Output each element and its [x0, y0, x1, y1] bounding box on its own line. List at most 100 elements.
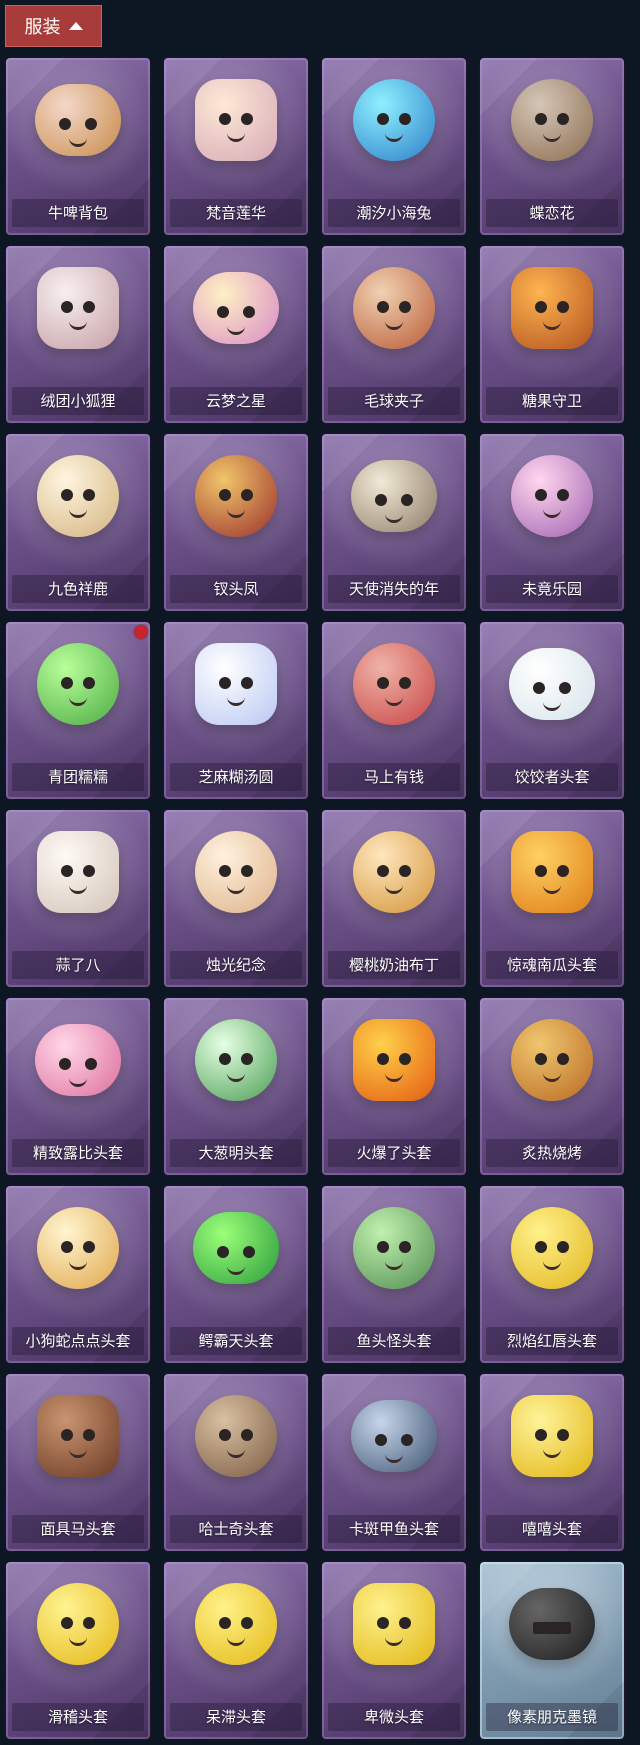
costume-card[interactable]: 火爆了头套 — [322, 998, 466, 1175]
costume-card[interactable]: 樱桃奶油布丁 — [322, 810, 466, 987]
deer-icon — [35, 453, 121, 539]
costume-toggle-button[interactable]: 服装 — [5, 5, 102, 47]
costume-card[interactable]: 芝麻糊汤圆 — [164, 622, 308, 799]
mouth-mark — [543, 883, 561, 894]
costume-card[interactable]: 烈焰红唇头套 — [480, 1186, 624, 1363]
costume-illustration — [511, 831, 593, 913]
costume-illustration — [37, 831, 119, 913]
eye-mark — [85, 118, 97, 130]
costume-illustration — [353, 1583, 435, 1665]
costume-card[interactable]: 面具马头套 — [6, 1374, 150, 1551]
eye-mark — [217, 1246, 229, 1258]
costume-label: 饺饺者头套 — [486, 763, 618, 791]
costume-label: 小狗蛇点点头套 — [12, 1327, 144, 1355]
mouth-mark — [385, 319, 403, 330]
eye-mark — [219, 1053, 231, 1065]
eye-mark — [399, 113, 411, 125]
eye-mark — [241, 1053, 253, 1065]
costume-illustration — [511, 455, 593, 537]
costume-card[interactable]: 毛球夹子 — [322, 246, 466, 423]
costume-card[interactable]: 天使消失的年 — [322, 434, 466, 611]
costume-card[interactable]: 呆滞头套 — [164, 1562, 308, 1739]
eye-mark — [241, 865, 253, 877]
costume-card[interactable]: 鱼头怪头套 — [322, 1186, 466, 1363]
mouth-mark — [69, 319, 87, 330]
costume-illustration — [351, 460, 437, 532]
pumpkin-guard-icon — [509, 265, 595, 351]
costume-card[interactable]: 梵音莲华 — [164, 58, 308, 235]
costume-label: 未竟乐园 — [486, 575, 618, 603]
costume-card[interactable]: 鳄霸天头套 — [164, 1186, 308, 1363]
eye-mark — [61, 677, 73, 689]
costume-card[interactable]: 烛光纪念 — [164, 810, 308, 987]
mouth-mark — [69, 1447, 87, 1458]
costume-card[interactable]: 未竟乐园 — [480, 434, 624, 611]
costume-card[interactable]: 滑稽头套 — [6, 1562, 150, 1739]
eye-mark — [61, 301, 73, 313]
eye-mark — [61, 865, 73, 877]
costume-label: 梵音莲华 — [170, 199, 302, 227]
costume-card[interactable]: 钗头凤 — [164, 434, 308, 611]
mouth-mark — [385, 512, 403, 523]
mouth-mark — [69, 507, 87, 518]
costume-label: 天使消失的年 — [328, 575, 460, 603]
costume-card[interactable]: 糖果守卫 — [480, 246, 624, 423]
mouth-mark — [543, 319, 561, 330]
eye-mark — [377, 1053, 389, 1065]
eye-mark — [557, 489, 569, 501]
eye-mark — [557, 1241, 569, 1253]
costume-card[interactable]: 精致露比头套 — [6, 998, 150, 1175]
eye-mark — [83, 1617, 95, 1629]
eye-mark — [377, 301, 389, 313]
costume-illustration — [511, 79, 593, 161]
garlic-icon — [35, 829, 121, 915]
costume-card[interactable]: 卡斑甲鱼头套 — [322, 1374, 466, 1551]
costume-label: 蝶恋花 — [486, 199, 618, 227]
eye-mark — [557, 1053, 569, 1065]
costume-illustration — [511, 1019, 593, 1101]
fish-monster-icon — [351, 1205, 437, 1291]
costume-card[interactable]: 哈士奇头套 — [164, 1374, 308, 1551]
costume-label: 潮汐小海兔 — [328, 199, 460, 227]
costume-card[interactable]: 青团糯糯 — [6, 622, 150, 799]
costume-card[interactable]: 饺饺者头套 — [480, 622, 624, 799]
pudding-icon — [351, 829, 437, 915]
eye-mark — [59, 1058, 71, 1070]
eye-mark — [85, 1058, 97, 1070]
costume-illustration — [195, 1019, 277, 1101]
costume-illustration — [37, 643, 119, 725]
costume-illustration — [37, 455, 119, 537]
costume-label: 卑微头套 — [328, 1703, 460, 1731]
eye-mark — [399, 1241, 411, 1253]
costume-card[interactable]: 马上有钱 — [322, 622, 466, 799]
raccoon-icon — [351, 265, 437, 351]
costume-label: 像素朋克墨镜 — [486, 1703, 618, 1731]
eye-mark — [557, 113, 569, 125]
eye-mark — [241, 677, 253, 689]
costume-illustration — [37, 1395, 119, 1477]
eye-mark — [241, 1429, 253, 1441]
eye-mark — [535, 113, 547, 125]
costume-card[interactable]: 大葱明头套 — [164, 998, 308, 1175]
costume-card[interactable]: 嘻嘻头套 — [480, 1374, 624, 1551]
eye-mark — [547, 1622, 571, 1634]
costume-card[interactable]: 像素朋克墨镜 — [480, 1562, 624, 1739]
costume-illustration — [351, 1400, 437, 1472]
costume-illustration — [353, 267, 435, 349]
costume-card[interactable]: 蒜了八 — [6, 810, 150, 987]
costume-illustration — [195, 643, 277, 725]
costume-card[interactable]: 牛啤背包 — [6, 58, 150, 235]
costume-card[interactable]: 九色祥鹿 — [6, 434, 150, 611]
costume-card[interactable]: 卑微头套 — [322, 1562, 466, 1739]
eye-mark — [535, 1241, 547, 1253]
costume-label: 青团糯糯 — [12, 763, 144, 791]
costume-card[interactable]: 惊魂南瓜头套 — [480, 810, 624, 987]
costume-card[interactable]: 绒团小狐狸 — [6, 246, 150, 423]
costume-card[interactable]: 蝶恋花 — [480, 58, 624, 235]
costume-illustration — [353, 1019, 435, 1101]
costume-card[interactable]: 炙热烧烤 — [480, 998, 624, 1175]
costume-card[interactable]: 云梦之星 — [164, 246, 308, 423]
costume-card[interactable]: 潮汐小海兔 — [322, 58, 466, 235]
costume-illustration — [511, 1207, 593, 1289]
costume-card[interactable]: 小狗蛇点点头套 — [6, 1186, 150, 1363]
